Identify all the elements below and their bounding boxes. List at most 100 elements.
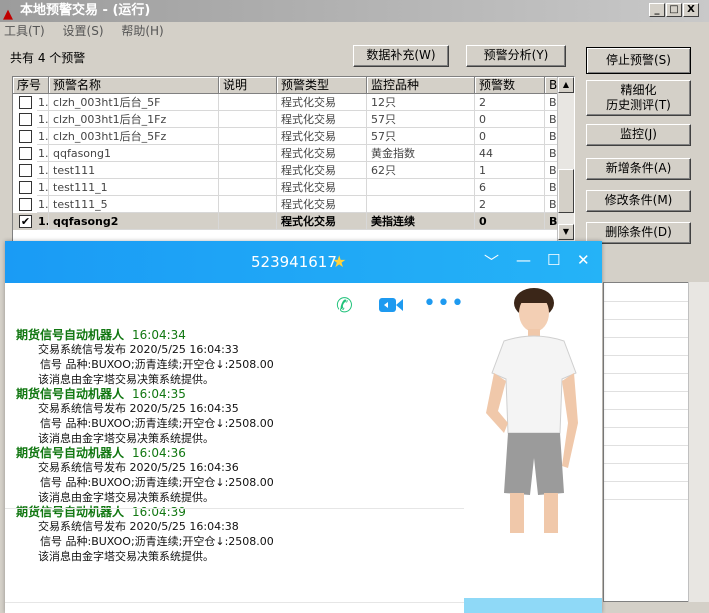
cell-alert-name: clzh_003ht1后台_5F <box>49 94 219 111</box>
scroll-thumb[interactable] <box>558 169 574 213</box>
menu-help[interactable]: 帮助(H) <box>121 24 163 38</box>
cell-alert-count: 0 <box>475 213 545 230</box>
cell-alert-type: 程式化交易 <box>277 111 367 128</box>
monitor-button[interactable]: 监控(J) <box>586 124 691 146</box>
table-vertical-scrollbar[interactable]: ▲ ▼ <box>557 77 574 241</box>
cell-index: 1. <box>37 162 49 179</box>
row-checkbox[interactable] <box>19 113 32 126</box>
message-text: 交易系统信号发布 2020/5/25 16:04:38 <box>38 520 239 533</box>
close-icon[interactable]: ✕ <box>577 251 590 269</box>
message-time: 16:04:36 <box>132 446 186 460</box>
cell-monitored-symbol <box>367 179 475 196</box>
cell-index: 1. <box>37 213 49 230</box>
row-checkbox[interactable] <box>19 198 32 211</box>
table-row[interactable]: 1. test111_1 程式化交易 6 B. <box>13 179 559 196</box>
video-call-icon[interactable] <box>378 295 404 319</box>
stop-alert-button[interactable]: 停止预警(S) <box>586 47 691 74</box>
cell-alert-type: 程式化交易 <box>277 162 367 179</box>
chat-contact-name[interactable]: 523941617 <box>251 253 337 271</box>
avatar-footer-bar <box>464 598 602 613</box>
row-checkbox[interactable] <box>19 181 32 194</box>
sender-name: 期货信号自动机器人 <box>16 446 125 460</box>
message-time: 16:04:34 <box>132 328 186 342</box>
cell-alert-count: 0 <box>475 111 545 128</box>
more-options-icon[interactable]: ••• <box>423 291 465 316</box>
close-button[interactable]: X <box>683 3 699 17</box>
row-checkbox[interactable]: ✔ <box>19 215 32 228</box>
chevron-down-icon[interactable]: ﹀ <box>484 251 499 272</box>
cell-monitored-symbol: 57只 <box>367 111 475 128</box>
cell-description <box>219 196 277 213</box>
alert-table: 序号 预警名称 说明 预警类型 监控品种 预警数 B 1. clzh_003ht1… <box>12 76 575 242</box>
voice-call-icon[interactable]: ✆ <box>336 293 353 317</box>
col-header-desc[interactable]: 说明 <box>219 77 277 94</box>
menu-bar: 工具(T) 设置(S) 帮助(H) <box>0 22 709 40</box>
sender-name: 期货信号自动机器人 <box>16 387 125 401</box>
cell-index: 1. <box>37 111 49 128</box>
chat-titlebar: 523941617 ★ ﹀ — ☐ ✕ <box>5 241 602 283</box>
data-fill-button[interactable]: 数据补充(W) <box>353 45 449 67</box>
refine-label-line1: 精细化 <box>620 83 657 97</box>
row-checkbox[interactable] <box>19 164 32 177</box>
cell-alert-name: qqfasong1 <box>49 145 219 162</box>
message-text: 该消息由金字塔交易决策系统提供。 <box>38 550 214 563</box>
menu-settings[interactable]: 设置(S) <box>63 24 104 38</box>
table-row[interactable]: 1. clzh_003ht1后台_1Fz 程式化交易 57只 0 B. <box>13 111 559 128</box>
cell-monitored-symbol: 12只 <box>367 94 475 111</box>
cell-index: 1. <box>37 179 49 196</box>
row-checkbox[interactable] <box>19 130 32 143</box>
add-condition-button[interactable]: 新增条件(A) <box>586 158 691 180</box>
cell-alert-name: clzh_003ht1后台_1Fz <box>49 111 219 128</box>
cell-alert-type: 程式化交易 <box>277 94 367 111</box>
cell-monitored-symbol: 57只 <box>367 128 475 145</box>
cell-description <box>219 213 277 230</box>
table-row[interactable]: 1. clzh_003ht1后台_5F 程式化交易 12只 2 B. <box>13 94 559 111</box>
right-panel-scrollbar[interactable] <box>688 282 709 602</box>
window-titlebar: ▲ 本地预警交易 - (运行) _ □ X <box>0 0 709 22</box>
message-text: 交易系统信号发布 2020/5/25 16:04:33 <box>38 343 239 356</box>
cell-monitored-symbol: 62只 <box>367 162 475 179</box>
maximize-button[interactable]: □ <box>666 3 682 17</box>
table-row[interactable]: 1. clzh_003ht1后台_5Fz 程式化交易 57只 0 B. <box>13 128 559 145</box>
row-checkbox[interactable] <box>19 96 32 109</box>
minimize-icon[interactable]: — <box>516 251 531 269</box>
chat-window: 523941617 ★ ﹀ — ☐ ✕ ✆ ••• 期货信号自动机器人 16:04… <box>5 241 602 613</box>
cell-alert-name: test111_1 <box>49 179 219 196</box>
col-header-count[interactable]: 预警数 <box>475 77 545 94</box>
cell-alert-type: 程式化交易 <box>277 145 367 162</box>
scroll-up-icon[interactable]: ▲ <box>558 77 574 93</box>
message-time: 16:04:35 <box>132 387 186 401</box>
vip-star-icon: ★ <box>332 252 347 271</box>
row-checkbox[interactable] <box>19 147 32 160</box>
menu-tools[interactable]: 工具(T) <box>4 24 45 38</box>
col-header-index[interactable]: 序号 <box>13 77 49 94</box>
col-header-symbol[interactable]: 监控品种 <box>367 77 475 94</box>
table-header: 序号 预警名称 说明 预警类型 监控品种 预警数 B <box>13 77 574 94</box>
alert-analysis-button[interactable]: 预警分析(Y) <box>466 45 566 67</box>
table-row[interactable]: 1. test111 程式化交易 62只 1 B. <box>13 162 559 179</box>
right-list-panel <box>603 282 693 602</box>
cell-description <box>219 179 277 196</box>
contact-avatar-figure <box>464 283 602 613</box>
col-header-type[interactable]: 预警类型 <box>277 77 367 94</box>
cell-alert-count: 44 <box>475 145 545 162</box>
cell-alert-count: 0 <box>475 128 545 145</box>
cell-alert-count: 2 <box>475 196 545 213</box>
input-separator <box>5 602 464 603</box>
minimize-button[interactable]: _ <box>649 3 665 17</box>
scroll-down-icon[interactable]: ▼ <box>558 224 574 240</box>
edit-condition-button[interactable]: 修改条件(M) <box>586 190 691 212</box>
table-row[interactable]: 1. qqfasong1 程式化交易 黄金指数 44 B. <box>13 145 559 162</box>
cell-description <box>219 128 277 145</box>
maximize-icon[interactable]: ☐ <box>547 251 560 269</box>
table-row[interactable]: 1. test111_5 程式化交易 2 B. <box>13 196 559 213</box>
refine-history-eval-button[interactable]: 精细化 历史测评(T) <box>586 80 691 116</box>
table-row[interactable]: ✔1.qqfasong2程式化交易美指连续0B. <box>13 213 559 230</box>
message-text: 信号 品种:BUXOO;沥青连续;开空仓↓:2508.00 <box>40 417 274 430</box>
window-title: 本地预警交易 - (运行) <box>20 3 151 18</box>
sender-name: 期货信号自动机器人 <box>16 328 125 342</box>
cell-alert-count: 6 <box>475 179 545 196</box>
cell-alert-type: 程式化交易 <box>277 213 367 230</box>
message-text: 交易系统信号发布 2020/5/25 16:04:35 <box>38 402 239 415</box>
col-header-name[interactable]: 预警名称 <box>49 77 219 94</box>
